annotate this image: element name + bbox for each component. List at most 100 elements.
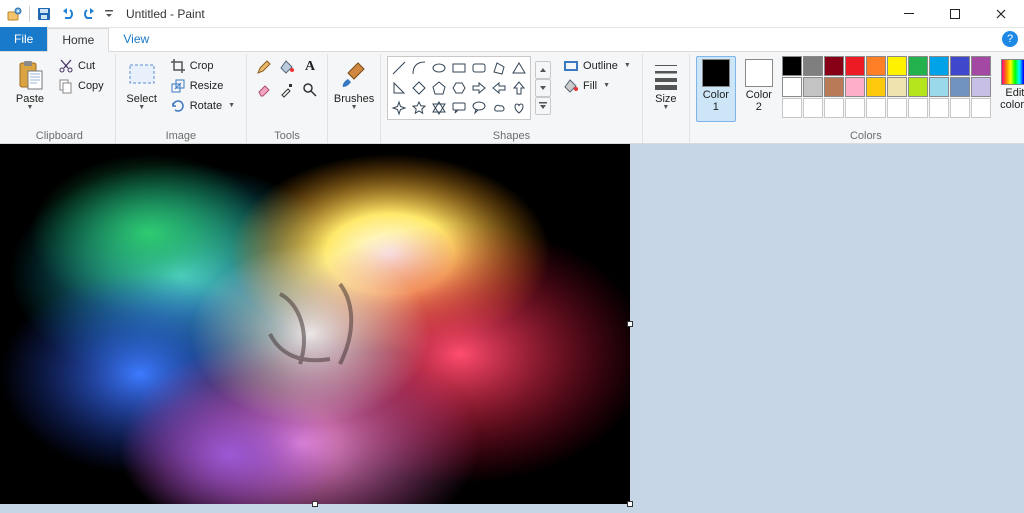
shape-heart[interactable]: [509, 98, 529, 118]
color-swatch[interactable]: [782, 77, 802, 97]
color-swatch[interactable]: [845, 56, 865, 76]
rotate-button[interactable]: Rotate ▼: [165, 96, 240, 116]
color-swatch[interactable]: [971, 77, 991, 97]
color-swatch[interactable]: [845, 98, 865, 118]
paste-button[interactable]: Paste ▼: [10, 56, 50, 122]
shape-oval[interactable]: [429, 58, 449, 78]
color-swatch[interactable]: [887, 98, 907, 118]
shape-callout-cloud[interactable]: [489, 98, 509, 118]
resize-handle-s[interactable]: [312, 501, 318, 507]
select-button[interactable]: Select ▼: [122, 56, 162, 122]
shape-right-tri[interactable]: [389, 78, 409, 98]
color-swatch[interactable]: [971, 98, 991, 118]
home-tab[interactable]: Home: [47, 28, 109, 52]
color-swatch[interactable]: [803, 77, 823, 97]
canvas-image[interactable]: [0, 144, 630, 504]
color-swatch[interactable]: [950, 56, 970, 76]
shape-curve[interactable]: [409, 58, 429, 78]
color-swatch[interactable]: [929, 77, 949, 97]
color-swatch[interactable]: [950, 77, 970, 97]
edit-colors-button[interactable]: Edit colors: [994, 56, 1024, 122]
shapes-gallery[interactable]: [387, 56, 531, 120]
maximize-button[interactable]: [932, 0, 978, 28]
shape-star5[interactable]: [409, 98, 429, 118]
shape-roundrect[interactable]: [469, 58, 489, 78]
color-swatch[interactable]: [782, 98, 802, 118]
undo-button[interactable]: [56, 3, 78, 25]
color-swatch[interactable]: [971, 56, 991, 76]
cut-label: Cut: [78, 60, 95, 72]
color-swatch[interactable]: [908, 77, 928, 97]
color-swatch[interactable]: [929, 56, 949, 76]
canvas-area[interactable]: [0, 144, 1024, 513]
resize-handle-e[interactable]: [627, 321, 633, 327]
outline-button[interactable]: Outline ▼: [558, 56, 636, 76]
color-swatch[interactable]: [866, 77, 886, 97]
color-swatch[interactable]: [803, 98, 823, 118]
color-swatch[interactable]: [824, 56, 844, 76]
color-picker-tool[interactable]: [276, 79, 298, 101]
color-swatch[interactable]: [866, 98, 886, 118]
pencil-tool[interactable]: [253, 56, 275, 78]
redo-button[interactable]: [79, 3, 101, 25]
shape-diamond[interactable]: [409, 78, 429, 98]
shapes-scroll-up[interactable]: [535, 61, 551, 79]
ribbon-tabs: File Home View ?: [0, 28, 1024, 52]
shape-callout-oval[interactable]: [469, 98, 489, 118]
app-icon[interactable]: [4, 3, 26, 25]
help-button[interactable]: ?: [1002, 31, 1018, 47]
size-button[interactable]: Size ▼: [649, 56, 683, 122]
color-swatch[interactable]: [866, 56, 886, 76]
color-swatch[interactable]: [908, 98, 928, 118]
color-swatch[interactable]: [887, 56, 907, 76]
crop-button[interactable]: Crop: [165, 56, 240, 76]
view-tab[interactable]: View: [109, 27, 163, 51]
color2-button[interactable]: Color 2: [739, 56, 779, 122]
shape-callout-rect[interactable]: [449, 98, 469, 118]
color-swatch[interactable]: [908, 56, 928, 76]
shape-hexagon[interactable]: [449, 78, 469, 98]
cut-button[interactable]: Cut: [53, 56, 109, 76]
qat-customize-button[interactable]: [102, 3, 116, 25]
color-swatch[interactable]: [824, 77, 844, 97]
shape-polygon[interactable]: [489, 58, 509, 78]
save-button[interactable]: [33, 3, 55, 25]
shape-arrow-r[interactable]: [469, 78, 489, 98]
file-tab[interactable]: File: [0, 27, 47, 51]
shape-line[interactable]: [389, 58, 409, 78]
shape-triangle[interactable]: [509, 58, 529, 78]
color-swatch[interactable]: [950, 98, 970, 118]
copy-button[interactable]: Copy: [53, 76, 109, 96]
shape-star4[interactable]: [389, 98, 409, 118]
group-label-image: Image: [166, 128, 197, 143]
chevron-down-icon: ▼: [27, 104, 34, 111]
shapes-expand[interactable]: [535, 97, 551, 115]
color-swatch[interactable]: [803, 56, 823, 76]
shape-rect[interactable]: [449, 58, 469, 78]
shape-star6[interactable]: [429, 98, 449, 118]
color-swatch[interactable]: [929, 98, 949, 118]
color1-button[interactable]: Color 1: [696, 56, 736, 122]
resize-handle-se[interactable]: [627, 501, 633, 507]
color-swatch[interactable]: [824, 98, 844, 118]
magnifier-tool[interactable]: [299, 79, 321, 101]
text-tool[interactable]: A: [299, 56, 321, 78]
fill-button[interactable]: Fill ▼: [558, 76, 636, 96]
eraser-tool[interactable]: [253, 79, 275, 101]
minimize-button[interactable]: [886, 0, 932, 28]
color-swatch[interactable]: [782, 56, 802, 76]
shapes-scroll-down[interactable]: [535, 79, 551, 97]
scissors-icon: [58, 58, 74, 74]
tools-grid: A: [253, 56, 321, 101]
color-swatch[interactable]: [887, 77, 907, 97]
shape-arrow-u[interactable]: [509, 78, 529, 98]
rainbow-icon: [1001, 59, 1024, 85]
color1-label: Color 1: [703, 89, 729, 113]
resize-button[interactable]: Resize: [165, 76, 240, 96]
color-swatch[interactable]: [845, 77, 865, 97]
fill-tool[interactable]: [276, 56, 298, 78]
shape-pentagon[interactable]: [429, 78, 449, 98]
brushes-button[interactable]: Brushes ▼: [334, 56, 374, 122]
close-button[interactable]: [978, 0, 1024, 28]
shape-arrow-l[interactable]: [489, 78, 509, 98]
